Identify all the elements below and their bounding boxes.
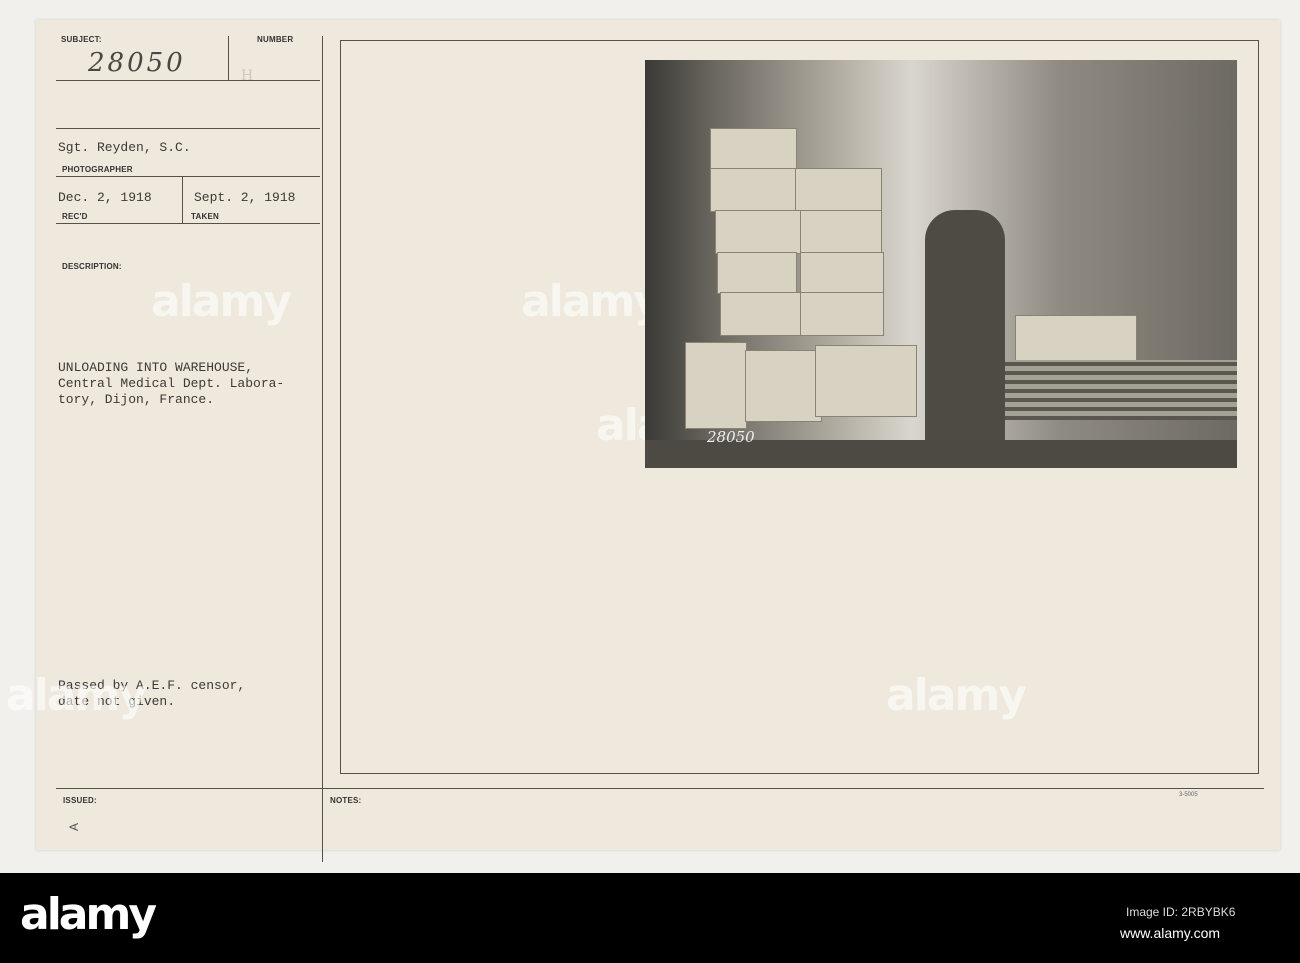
- description-label: DESCRIPTION:: [62, 262, 122, 271]
- site-url: www.alamy.com: [1120, 925, 1221, 941]
- divider: [56, 788, 1264, 789]
- divider: [56, 128, 320, 129]
- watermark: alamy: [886, 670, 1027, 721]
- issued-label: ISSUED:: [63, 796, 97, 805]
- image-id: Image ID: 2RBYBK6: [1126, 905, 1236, 919]
- divider: [228, 36, 229, 80]
- number-label: NUMBER: [257, 35, 294, 44]
- taken-label: TAKEN: [191, 212, 219, 221]
- received-value: Dec. 2, 1918: [58, 190, 152, 205]
- alamy-logo: alamy: [20, 889, 157, 940]
- description-line: Central Medical Dept. Labora-: [58, 376, 285, 391]
- received-label: REC'D: [62, 212, 88, 221]
- notes-label: NOTES:: [330, 796, 362, 805]
- form-number: 3-5005: [1179, 792, 1198, 798]
- footer-bar: alamy Image ID: 2RBYBK6 www.alamy.com: [0, 873, 1300, 963]
- taken-value: Sept. 2, 1918: [194, 190, 296, 205]
- divider: [322, 36, 323, 862]
- number-stamp: H: [241, 68, 254, 84]
- subject-value: 28050: [88, 48, 186, 78]
- photographer-label: PHOTOGRAPHER: [62, 165, 133, 174]
- description-text: UNLOADING INTO WAREHOUSE, Central Medica…: [58, 360, 284, 408]
- photographer-value: Sgt. Reyden, S.C.: [58, 140, 191, 155]
- divider: [56, 176, 320, 177]
- photo-caption: 28050: [707, 428, 755, 446]
- divider: [56, 80, 320, 81]
- divider: [56, 223, 320, 224]
- description-line: tory, Dijon, France.: [58, 392, 215, 407]
- subject-label: SUBJECT:: [61, 35, 102, 44]
- divider: [182, 177, 183, 223]
- description-line: UNLOADING INTO WAREHOUSE,: [58, 360, 254, 375]
- watermark: alamy: [151, 276, 292, 327]
- warehouse-photo: 28050: [645, 60, 1237, 468]
- watermark: alamy: [521, 276, 662, 327]
- watermark: alamy: [6, 670, 147, 721]
- issued-mark: A: [67, 822, 82, 832]
